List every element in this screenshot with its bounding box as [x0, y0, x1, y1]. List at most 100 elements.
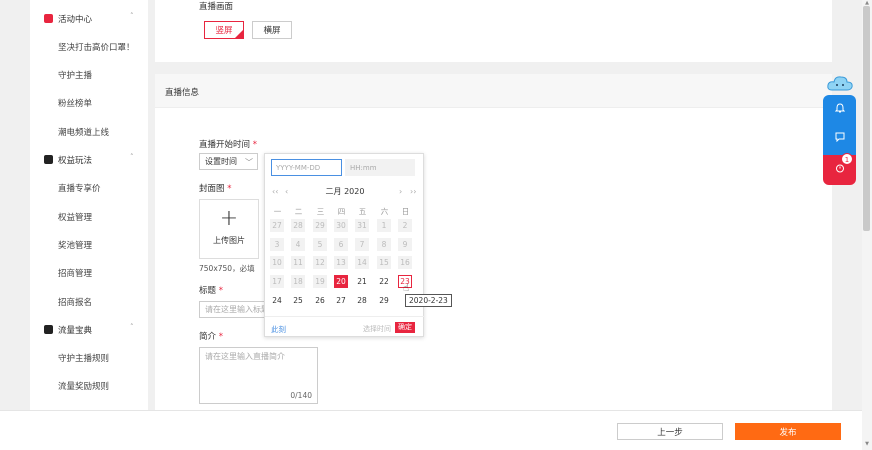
- calendar-day-cell[interactable]: 21: [355, 275, 369, 288]
- bottom-action-bar: 上一步 发布: [0, 410, 862, 450]
- weekday-label: 一: [273, 207, 282, 216]
- confirm-button[interactable]: 确定: [395, 322, 415, 333]
- time-mode-value: 设置时间: [205, 157, 237, 166]
- title-input[interactable]: 请在这里输入标题: [199, 301, 265, 318]
- chevron-up-icon: ˄: [130, 323, 134, 331]
- landscape-label: 横屏: [263, 26, 281, 36]
- calendar-day-cell[interactable]: 28: [291, 219, 305, 232]
- calendar-day-cell[interactable]: 29: [313, 219, 327, 232]
- cover-hint: 750x750，必填: [199, 264, 255, 273]
- calendar-day-cell[interactable]: 30: [334, 219, 348, 232]
- sidebar-item-prize-pool[interactable]: 奖池管理: [58, 239, 92, 251]
- calendar-day-cell[interactable]: 6: [334, 238, 348, 251]
- sidebar-item-traffic-reward-rules[interactable]: 流量奖励规则: [58, 380, 109, 392]
- calendar-day-cell[interactable]: 8: [377, 238, 391, 251]
- sidebar-item-exclusive-price[interactable]: 直播专享价: [58, 182, 101, 194]
- sidebar-group-traffic[interactable]: 流量宝典 ˄: [30, 316, 148, 344]
- section-title: 直播信息: [165, 88, 200, 98]
- cover-label: 封面图 *: [199, 182, 231, 194]
- sidebar-item-mask-campaign[interactable]: 坚决打击高价口罩！: [58, 41, 135, 53]
- title-label: 标题 *: [199, 284, 223, 296]
- selected-check-icon: [235, 30, 243, 38]
- chevron-up-icon: ˄: [130, 12, 134, 20]
- portrait-option-button[interactable]: 竖屏: [204, 21, 244, 39]
- sidebar-item-guard-rules[interactable]: 守护主播规则: [58, 352, 109, 364]
- calendar-day-cell[interactable]: 29: [377, 294, 391, 307]
- calendar-day-cell[interactable]: 4: [291, 238, 305, 251]
- calendar-day-cell[interactable]: 16: [398, 256, 412, 269]
- weekday-label: 二: [294, 207, 303, 216]
- required-mark: *: [218, 286, 223, 296]
- required-mark: *: [252, 140, 257, 150]
- publish-button[interactable]: 发布: [735, 423, 841, 440]
- calendar-day-cell[interactable]: 27: [334, 294, 348, 307]
- title-label-text: 标题: [199, 286, 217, 296]
- scroll-up-arrow-icon[interactable]: ▲: [862, 0, 872, 6]
- calendar-day-cell[interactable]: 26: [313, 294, 327, 307]
- scroll-down-arrow-icon[interactable]: ▼: [862, 441, 872, 447]
- pointer-cursor-icon: ☝: [403, 283, 410, 294]
- calendar-day-cell[interactable]: 19: [313, 275, 327, 288]
- calendar-day-cell[interactable]: 9: [398, 238, 412, 251]
- weekday-label: 六: [380, 207, 389, 216]
- intro-textarea[interactable]: 请在这里输入直播简介 0/140: [199, 347, 318, 404]
- start-time-label: 直播开始时间 *: [199, 138, 257, 150]
- portrait-label: 竖屏: [215, 26, 233, 36]
- calendar-day-cell[interactable]: 15: [377, 256, 391, 269]
- previous-step-button[interactable]: 上一步: [617, 423, 723, 440]
- calendar-day-cell[interactable]: 11: [291, 256, 305, 269]
- pick-time-button[interactable]: 选择时间: [363, 324, 391, 334]
- next-year-button[interactable]: ››: [410, 187, 416, 196]
- calendar-day-cell[interactable]: 12: [313, 256, 327, 269]
- calendar-day-cell[interactable]: 31: [355, 219, 369, 232]
- calendar-day-cell[interactable]: 27: [270, 219, 284, 232]
- calendar-day-cell[interactable]: 20: [334, 275, 348, 288]
- time-input[interactable]: HH:mm: [345, 159, 415, 176]
- calendar-day-cell[interactable]: 25: [291, 294, 305, 307]
- sidebar-group-benefits[interactable]: 权益玩法 ˄: [30, 146, 148, 174]
- activity-icon: [44, 14, 53, 23]
- calendar-day-cell[interactable]: 3: [270, 238, 284, 251]
- calendar-day-cell[interactable]: 17: [270, 275, 284, 288]
- calendar-day-cell[interactable]: 22: [377, 275, 391, 288]
- calendar-day-cell[interactable]: 13: [334, 256, 348, 269]
- intro-label: 简介 *: [199, 330, 223, 342]
- weekday-label: 日: [401, 207, 410, 216]
- required-mark: *: [227, 184, 232, 194]
- calendar-day-cell[interactable]: 2: [398, 219, 412, 232]
- calendar-day-cell[interactable]: 24: [270, 294, 284, 307]
- bell-icon[interactable]: [823, 103, 856, 116]
- cloud-mascot-icon: [827, 76, 853, 91]
- date-tooltip: 2020-2-23: [405, 294, 452, 307]
- sidebar-item-fan-ranking[interactable]: 粉丝榜单: [58, 97, 92, 109]
- sidebar-item-benefit-management[interactable]: 权益管理: [58, 211, 92, 223]
- sidebar-group-label: 权益玩法: [58, 156, 93, 166]
- message-icon[interactable]: [823, 132, 856, 145]
- timer-icon[interactable]: [823, 163, 856, 176]
- date-picker-footer: 此刻 选择时间 确定: [265, 316, 425, 338]
- sidebar-item-electronics-channel[interactable]: 潮电频道上线: [58, 126, 109, 138]
- next-month-button[interactable]: ›: [399, 187, 402, 196]
- calendar-day-cell[interactable]: 10: [270, 256, 284, 269]
- sidebar-item-merchant-signup[interactable]: 招商报名: [58, 296, 92, 308]
- cover-label-text: 封面图: [199, 184, 225, 194]
- time-mode-select[interactable]: 设置时间 ﹀: [199, 153, 258, 170]
- calendar-day-cell[interactable]: 28: [355, 294, 369, 307]
- scrollbar-thumb[interactable]: [863, 6, 870, 231]
- sidebar-group-activity[interactable]: 活动中心 ˄: [30, 5, 148, 33]
- date-input[interactable]: YYYY-MM-DD: [271, 159, 342, 176]
- calendar-day-cell[interactable]: 1: [377, 219, 391, 232]
- now-button[interactable]: 此刻: [271, 324, 286, 335]
- sidebar: 活动中心 ˄ 坚决打击高价口罩！ 守护主播 粉丝榜单 潮电频道上线 权益玩法 ˄…: [30, 0, 148, 410]
- chart-icon: [44, 325, 53, 334]
- cover-upload-button[interactable]: + 上传图片: [199, 199, 259, 259]
- plus-icon: +: [219, 206, 239, 231]
- calendar-day-cell[interactable]: 7: [355, 238, 369, 251]
- calendar-day-cell[interactable]: 18: [291, 275, 305, 288]
- calendar-day-cell[interactable]: 14: [355, 256, 369, 269]
- sidebar-group-label: 流量宝典: [58, 326, 93, 336]
- sidebar-item-merchant-management[interactable]: 招商管理: [58, 267, 92, 279]
- calendar-day-cell[interactable]: 5: [313, 238, 327, 251]
- sidebar-item-guard-anchor[interactable]: 守护主播: [58, 69, 92, 81]
- landscape-option-button[interactable]: 横屏: [252, 21, 292, 39]
